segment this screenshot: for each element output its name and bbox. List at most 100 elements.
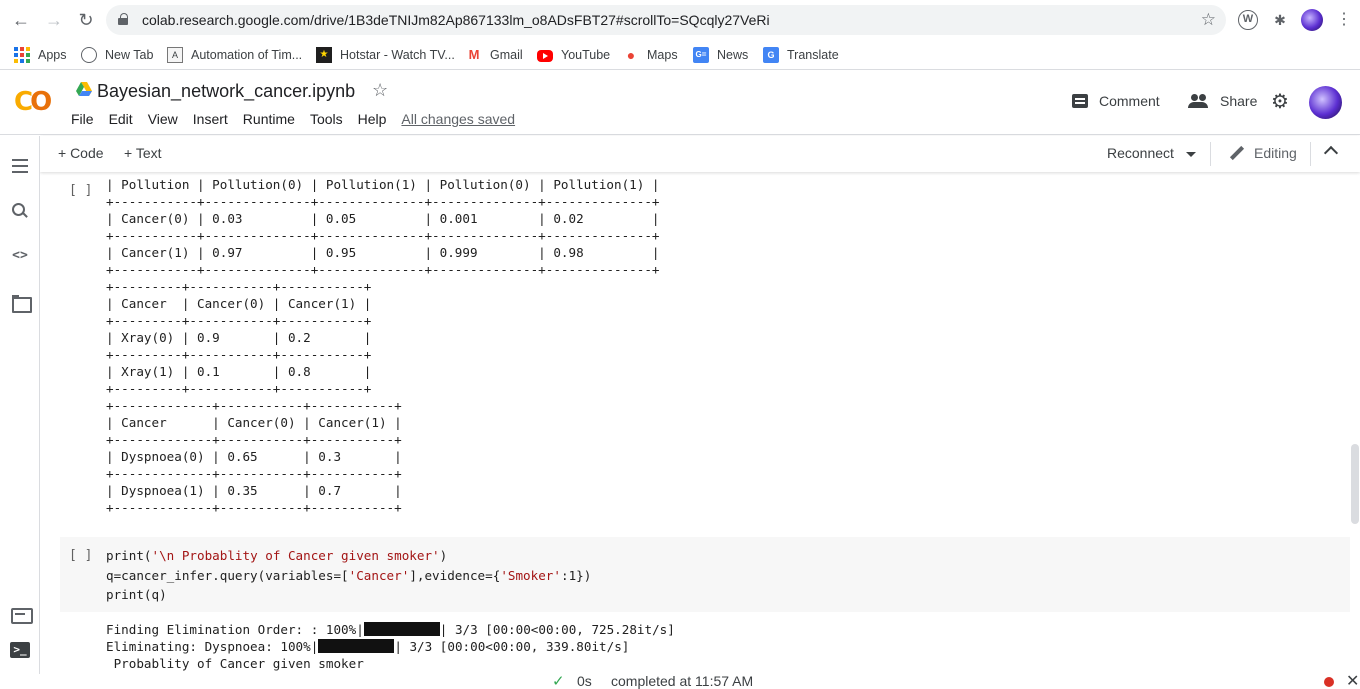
execution-duration: 0s [577,673,592,689]
bookmark-label: New Tab [105,48,154,62]
bookmark-maps[interactable]: ● Maps [623,44,678,66]
browser-menu-icon[interactable]: ⋮ [1336,10,1352,30]
notebook-title[interactable]: Bayesian_network_cancer.ipynb [97,81,355,102]
drive-icon[interactable] [76,82,92,96]
code-snippets-icon[interactable]: <> [10,246,30,266]
code-token: ) [439,548,448,563]
settings-gear-icon[interactable]: ⚙ [1271,92,1289,112]
bookmark-hotstar[interactable]: ★ Hotstar - Watch TV... [316,44,455,66]
pencil-icon [1230,146,1244,160]
account-avatar[interactable] [1309,86,1342,119]
chevron-up-icon[interactable] [1323,145,1339,161]
progress-text: | 3/3 [00:00<00:00, 725.28it/s] [439,622,675,637]
address-bar[interactable]: colab.research.google.com/drive/1B3deTNI… [106,5,1226,35]
profile-avatar[interactable] [1301,9,1323,31]
execution-status[interactable]: completed at 11:57 AM [611,673,753,689]
bookmark-label: News [717,48,749,62]
cell-run-button[interactable]: [ ] [69,548,92,563]
cell-output-tables: | Pollution | Pollution(0) | Pollution(1… [106,177,660,515]
menu-insert[interactable]: Insert [193,111,228,127]
youtube-icon [537,50,553,62]
code-token: print(q) [106,587,167,602]
code-cell[interactable]: [ ] print('\n Probablity of Cancer given… [60,537,1350,612]
code-string: 'Cancer' [348,567,410,583]
left-sidebar: <> >_ [0,136,40,674]
menu-view[interactable]: View [148,111,178,127]
bookmark-label: Maps [647,48,678,62]
files-folder-icon[interactable] [10,293,32,313]
bookmark-label: Translate [787,48,839,62]
comment-button[interactable]: Comment [1072,93,1160,109]
menu-bar: File Edit View Insert Runtime Tools Help… [71,111,530,127]
menu-edit[interactable]: Edit [109,111,133,127]
share-button[interactable]: Share [1188,93,1257,109]
editing-mode-button[interactable]: Editing [1230,145,1297,161]
toolbar-divider [1310,142,1311,166]
check-icon: ✓ [552,673,565,689]
progress-text: Finding Elimination Order: : 100%| [106,622,364,637]
cell-output-progress: Finding Elimination Order: : 100%| | 3/3 … [106,621,675,672]
lock-icon [118,13,128,25]
menu-tools[interactable]: Tools [310,111,343,127]
add-code-button[interactable]: + Code [58,145,104,161]
command-palette-icon[interactable] [10,604,33,624]
colab-header: CO Bayesian_network_cancer.ipynb ☆ File … [0,71,1360,135]
cell-run-button[interactable]: [ ] [69,183,92,198]
translate-icon: G [763,47,779,63]
status-bar: ✓ 0s completed at 11:57 AM ✕ [0,671,1360,689]
bookmark-translate[interactable]: G Translate [763,44,839,66]
progress-bar [318,639,395,653]
reconnect-button[interactable]: Reconnect [1107,145,1174,161]
gmail-icon: M [468,47,480,62]
notebook-toolbar: + Code + Text Reconnect Editing [40,136,1360,172]
colab-logo[interactable]: CO [14,87,52,117]
editing-label: Editing [1254,145,1297,161]
table-of-contents-icon[interactable] [10,156,30,176]
share-label: Share [1220,93,1258,109]
add-text-button[interactable]: + Text [124,145,162,161]
bookmark-apps[interactable]: Apps [14,44,67,66]
bookmarks-bar: Apps New Tab A Automation of Tim... ★ Ho… [0,40,1360,70]
reload-icon[interactable]: ↻ [76,10,96,30]
save-status-link[interactable]: All changes saved [401,111,515,127]
bookmark-label: Gmail [490,48,523,62]
bookmark-news[interactable]: G= News [693,44,748,66]
bookmark-star-icon[interactable]: ☆ [1201,10,1216,30]
menu-runtime[interactable]: Runtime [243,111,295,127]
bookmark-new-tab[interactable]: New Tab [81,44,153,66]
back-icon[interactable]: ← [11,10,31,30]
apps-grid-icon [14,47,30,63]
progress-text: | 3/3 [00:00<00:00, 339.80it/s] [394,639,630,654]
bookmark-gmail[interactable]: M Gmail [466,44,523,66]
code-editor[interactable]: print('\n Probablity of Cancer given smo… [106,546,591,605]
search-icon[interactable] [10,201,30,221]
code-string: 'Smoker' [500,567,561,583]
browser-toolbar: ← → ↻ colab.research.google.com/drive/1B… [0,0,1360,40]
code-token: print( [106,548,152,563]
url-text[interactable]: colab.research.google.com/drive/1B3deTNI… [142,12,770,28]
bookmark-label: Automation of Tim... [191,48,303,62]
output-text: Probablity of Cancer given smoker [106,656,364,671]
vertical-scrollbar[interactable] [1351,444,1359,524]
people-icon [1188,94,1208,108]
globe-icon [81,47,97,63]
extension-w-icon[interactable]: W [1238,10,1258,30]
bookmark-automation[interactable]: A Automation of Tim... [167,44,302,66]
menu-file[interactable]: File [71,111,94,127]
comment-label: Comment [1099,93,1160,109]
code-token: ],evidence={ [409,567,501,583]
forward-icon[interactable]: → [44,10,64,30]
bookmark-youtube[interactable]: YouTube [537,44,610,66]
bookmark-label: YouTube [561,48,611,62]
progress-bar [363,622,440,636]
close-icon[interactable]: ✕ [1346,671,1359,689]
progress-text: Eliminating: Dyspnoea: 100%| [106,639,319,654]
news-icon: G= [693,47,709,63]
star-notebook-icon[interactable]: ☆ [372,80,388,101]
terminal-icon[interactable]: >_ [10,642,30,658]
chevron-down-icon[interactable] [1186,152,1196,157]
maps-icon: ● [626,47,636,63]
menu-help[interactable]: Help [358,111,387,127]
bookmark-label: Hotstar - Watch TV... [340,48,455,62]
puzzle-extensions-icon[interactable]: ✱ [1270,10,1290,30]
